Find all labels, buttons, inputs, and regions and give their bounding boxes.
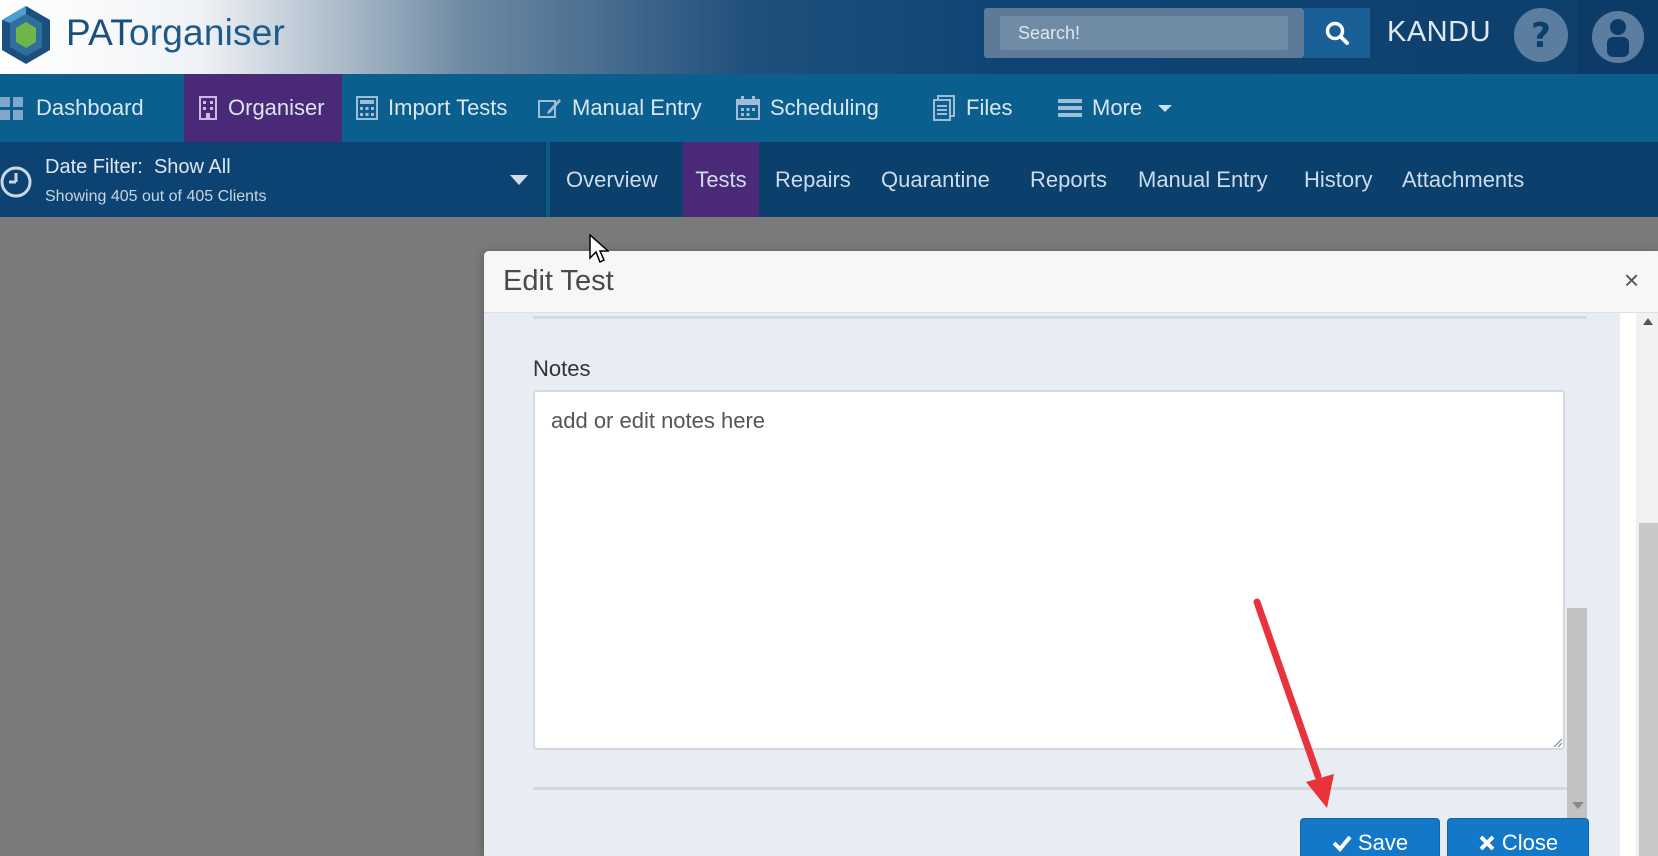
logo-icon xyxy=(2,6,50,64)
tab-reports[interactable]: Reports xyxy=(1030,142,1120,217)
outer-scrollbar-thumb[interactable] xyxy=(1639,523,1658,856)
top-header: PATorganiser KANDU ? xyxy=(0,0,1658,74)
nav-dashboard-label: Dashboard xyxy=(36,95,144,120)
brand-suffix: organiser xyxy=(128,12,286,53)
search-input[interactable] xyxy=(1000,16,1288,50)
modal-header: Edit Test × xyxy=(484,251,1658,313)
tab-quarantine[interactable]: Quarantine xyxy=(881,142,1021,217)
edit-icon xyxy=(538,99,561,118)
tab-tests[interactable]: Tests xyxy=(683,142,759,217)
edit-test-modal: Edit Test × Notes xyxy=(484,251,1658,856)
inner-scrollbar-thumb[interactable] xyxy=(1567,608,1587,818)
nav-files-label: Files xyxy=(966,95,1013,120)
subnav-divider xyxy=(546,142,550,217)
tab-overview-label: Overview xyxy=(566,166,658,192)
tab-overview[interactable]: Overview xyxy=(566,142,676,217)
nav-more-label: More xyxy=(1092,95,1143,120)
close-button[interactable]: Close xyxy=(1447,818,1589,856)
search-icon xyxy=(1325,21,1349,45)
help-icon: ? xyxy=(1514,8,1568,62)
date-filter-prefix: Date Filter: xyxy=(45,156,143,178)
nav-files[interactable]: Files xyxy=(932,74,1032,142)
x-icon xyxy=(1479,835,1495,851)
tab-repairs-label: Repairs xyxy=(775,166,851,192)
modal-title: Edit Test xyxy=(503,265,614,297)
scroll-down-arrow-icon[interactable] xyxy=(1572,802,1584,810)
calculator-icon xyxy=(356,96,378,120)
nav-scheduling[interactable]: Scheduling xyxy=(736,74,906,142)
cursor-icon xyxy=(589,234,609,264)
profile-button[interactable] xyxy=(1578,0,1658,74)
tab-tests-label: Tests xyxy=(695,166,747,192)
sub-nav: Date Filter: Show All Showing 405 out of… xyxy=(0,142,1658,217)
nav-more[interactable]: More xyxy=(1058,74,1208,142)
close-button-label: Close xyxy=(1501,830,1559,855)
help-button[interactable]: ? xyxy=(1510,4,1572,66)
tab-manual-entry[interactable]: Manual Entry xyxy=(1138,142,1278,217)
date-filter-title: Date Filter: Show All xyxy=(45,156,231,179)
check-icon xyxy=(1332,835,1352,852)
tab-manual-entry-label: Manual Entry xyxy=(1138,166,1268,192)
nav-manual-entry[interactable]: Manual Entry xyxy=(538,74,718,142)
nav-import-tests-label: Import Tests xyxy=(388,95,508,120)
main-nav: Dashboard Organiser Import Tests Manual … xyxy=(0,74,1658,142)
nav-import-tests[interactable]: Import Tests xyxy=(356,74,526,142)
tab-history[interactable]: History xyxy=(1304,142,1384,217)
date-filter-subtitle: Showing 405 out of 405 Clients xyxy=(45,188,267,205)
clock-icon xyxy=(0,166,32,198)
dashboard-icon xyxy=(0,97,23,120)
nav-dashboard[interactable]: Dashboard xyxy=(0,74,184,142)
tab-history-label: History xyxy=(1304,166,1373,192)
nav-manual-entry-label: Manual Entry xyxy=(572,95,702,120)
nav-scheduling-label: Scheduling xyxy=(770,95,879,120)
chevron-down-icon xyxy=(1158,105,1173,112)
user-icon xyxy=(1592,11,1644,63)
date-filter-value: Show All xyxy=(153,156,231,178)
svg-text:?: ? xyxy=(1531,16,1551,56)
tab-attachments-label: Attachments xyxy=(1402,166,1525,192)
search-box xyxy=(984,8,1304,58)
caret-down-icon[interactable] xyxy=(510,175,528,185)
brand-prefix: PAT xyxy=(66,12,129,53)
save-button[interactable]: Save xyxy=(1300,818,1440,856)
date-filter[interactable]: Date Filter: Show All Showing 405 out of… xyxy=(0,142,543,217)
close-icon[interactable]: × xyxy=(1624,267,1639,293)
calendar-icon xyxy=(736,96,760,120)
brand-name[interactable]: PATorganiser xyxy=(66,12,285,54)
tab-quarantine-label: Quarantine xyxy=(881,166,990,192)
tab-attachments[interactable]: Attachments xyxy=(1402,142,1542,217)
section-divider xyxy=(533,316,1586,319)
section-divider xyxy=(533,787,1586,790)
nav-organiser-label: Organiser xyxy=(228,95,325,120)
building-icon xyxy=(199,96,217,120)
search-button[interactable] xyxy=(1304,8,1370,58)
tab-reports-label: Reports xyxy=(1030,166,1108,192)
nav-organiser[interactable]: Organiser xyxy=(184,74,342,142)
modal-body: Notes xyxy=(484,313,1620,856)
save-button-label: Save xyxy=(1357,830,1409,855)
user-name[interactable]: KANDU xyxy=(1387,16,1491,49)
tab-repairs[interactable]: Repairs xyxy=(775,142,867,217)
notes-textarea[interactable] xyxy=(533,390,1565,750)
files-icon xyxy=(933,95,955,121)
resize-handle-icon[interactable] xyxy=(1551,736,1563,748)
scroll-up-arrow-icon[interactable] xyxy=(1643,318,1653,325)
notes-label: Notes xyxy=(533,356,591,381)
menu-icon xyxy=(1058,99,1082,117)
